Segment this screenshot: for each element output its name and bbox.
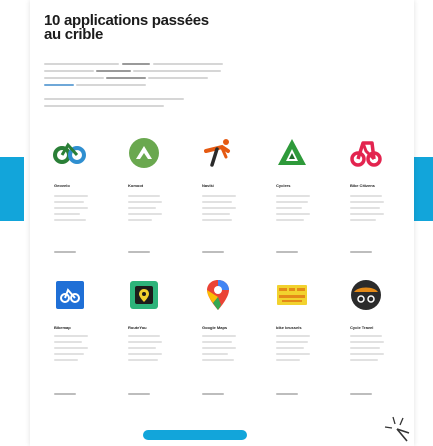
app-name: Komoot (128, 183, 144, 188)
app-name: bike brussels (276, 325, 302, 330)
naviki-cyclist-icon (200, 135, 236, 171)
cyclers-icon (274, 135, 310, 171)
document-page: 10 applications passées au crible Geovel… (30, 0, 414, 446)
google-maps-pin-icon (200, 277, 236, 313)
page-title-line-2: au crible (44, 26, 103, 43)
left-side-tab (0, 157, 24, 221)
komoot-icon (126, 135, 162, 171)
app-name: Bikemap (54, 325, 71, 330)
click-cursor-icon (384, 416, 410, 442)
cycle-travel-icon (348, 277, 384, 313)
app-name: Cycle Travel (350, 325, 374, 330)
page-title: 10 applications passées au crible (44, 13, 209, 43)
app-name: Geovelo (54, 183, 70, 188)
cta-button[interactable] (143, 430, 247, 440)
app-name: Google Maps (202, 325, 228, 330)
app-name: Naviki (202, 183, 214, 188)
bike-citizens-icon (348, 135, 384, 171)
routeyou-icon (126, 277, 162, 313)
app-name: Bike Citizens (350, 183, 375, 188)
bike-for-brussels-icon (274, 277, 310, 313)
app-name: Cyclers (276, 183, 291, 188)
geovelo-bike-icon (52, 135, 88, 171)
app-name: RouteYou (128, 325, 147, 330)
bikemap-icon (52, 277, 88, 313)
